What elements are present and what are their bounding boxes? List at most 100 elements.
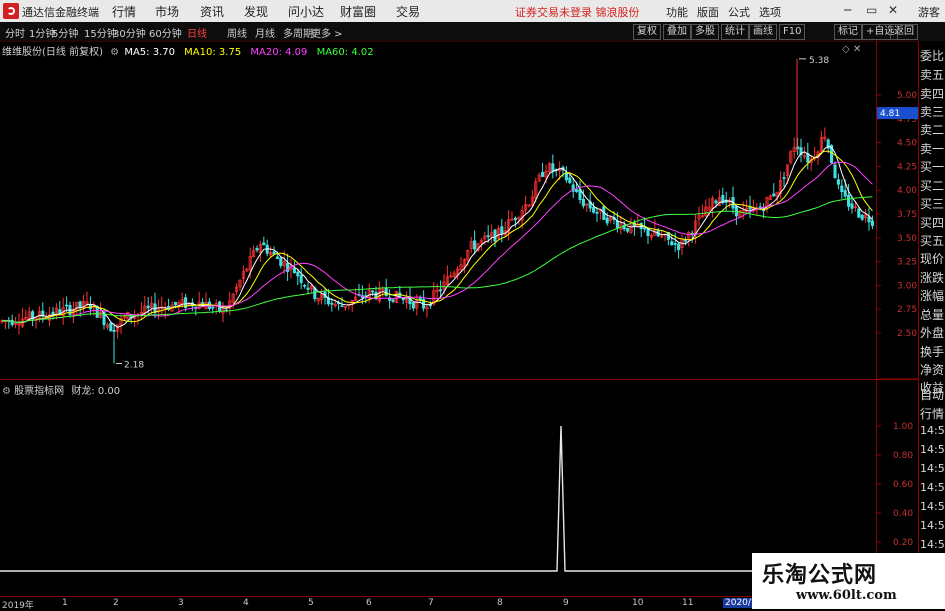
candle-body xyxy=(275,256,279,260)
tab-timeframe-9[interactable]: 多周期 xyxy=(283,25,313,40)
candle-body xyxy=(568,177,572,184)
huaxian-button[interactable]: 画线 xyxy=(749,24,777,40)
candle-body xyxy=(541,171,545,177)
quote-panel-item-23: 14:50 xyxy=(920,462,945,475)
candle-body xyxy=(109,322,113,332)
menu-caifuquan[interactable]: 财富圈 xyxy=(340,3,376,20)
date-label-2: 2 xyxy=(113,598,119,608)
tongji-button[interactable]: 统计 xyxy=(721,24,749,40)
tab-timeframe-5[interactable]: 60分钟 xyxy=(149,25,182,40)
biaoji-button[interactable]: 标记 xyxy=(834,24,862,40)
close-button[interactable]: ✕ xyxy=(888,3,898,17)
quote-panel-item-16: 换手 xyxy=(920,345,945,359)
tab-timeframe-0[interactable]: 分时 xyxy=(5,25,25,40)
menu-banmian[interactable]: 版面 xyxy=(697,4,719,20)
menu-hangqing[interactable]: 行情 xyxy=(112,3,136,20)
tab-timeframe-2[interactable]: 5分钟 xyxy=(52,25,78,40)
price-tick-label: 4.25 xyxy=(897,162,917,172)
current-price-label: 4.81 xyxy=(880,109,900,119)
candle-body xyxy=(78,301,82,308)
price-tick-label: 3.50 xyxy=(897,234,917,244)
diejia-button[interactable]: 叠加 xyxy=(663,24,691,40)
candle-body xyxy=(551,163,555,172)
quote-panel-item-27: 14:50 xyxy=(920,538,945,551)
price-tick-label: 2.75 xyxy=(897,305,917,315)
quote-panel-item-25: 14:50 xyxy=(920,500,945,513)
tab-timeframe-10[interactable]: 更多 > xyxy=(311,25,343,40)
price-axis: 5.004.754.504.254.003.753.503.253.002.75… xyxy=(876,41,919,596)
quote-panel-item-14: 总量 xyxy=(920,308,945,322)
candle-body xyxy=(65,304,69,307)
candle-body xyxy=(840,185,844,193)
candle-body xyxy=(575,189,579,192)
candle-body xyxy=(564,172,568,181)
quote-panel-item-3: 卖三 xyxy=(920,105,945,119)
candle-body xyxy=(173,301,177,306)
candle-body xyxy=(670,241,674,246)
candle-body xyxy=(262,242,266,246)
menu-xuanxiang[interactable]: 选项 xyxy=(759,4,781,20)
trading-notice[interactable]: 证券交易未登录 锦浪股份 xyxy=(515,4,640,20)
candle-body xyxy=(292,267,296,274)
tab-timeframe-7[interactable]: 周线 xyxy=(227,25,247,40)
quote-panel-item-26: 14:50 xyxy=(920,519,945,532)
candle-body xyxy=(643,227,647,230)
tab-timeframe-4[interactable]: 30分钟 xyxy=(113,25,146,40)
quote-panel-item-12: 涨跌 xyxy=(920,271,945,285)
candle-body xyxy=(581,198,585,207)
date-label-0: 2019年 xyxy=(2,601,34,611)
price-tick-label: 3.25 xyxy=(897,258,917,268)
menu-zixun[interactable]: 资讯 xyxy=(200,3,224,20)
candle-body xyxy=(847,194,851,207)
date-label-8: 8 xyxy=(497,598,503,608)
sub-tick-label: 0.20 xyxy=(893,538,913,548)
candlestick-chart[interactable]: 5.38 2.18 xyxy=(0,54,876,378)
candle-body xyxy=(843,190,847,197)
quote-panel-item-7: 买二 xyxy=(920,179,945,193)
fuquan-button[interactable]: 复权 xyxy=(633,24,661,40)
candle-body xyxy=(605,217,609,224)
candle-body xyxy=(146,305,150,309)
tab-timeframe-3[interactable]: 15分钟 xyxy=(84,25,117,40)
menu-gongshi[interactable]: 公式 xyxy=(728,4,750,20)
restore-button[interactable]: ▭ xyxy=(866,3,877,17)
quote-panel-item-2: 卖四 xyxy=(920,87,945,101)
candle-body xyxy=(595,211,599,214)
candle-body xyxy=(513,217,517,221)
f10-button[interactable]: F10 xyxy=(779,24,806,40)
candle-body xyxy=(782,177,786,179)
date-label-7: 7 xyxy=(428,598,434,608)
quote-panel-item-9: 买四 xyxy=(920,216,945,230)
panel-divider xyxy=(0,379,918,380)
indicator-chart[interactable] xyxy=(0,392,876,596)
candle-body xyxy=(833,164,837,179)
minimize-button[interactable]: ─ xyxy=(844,3,851,17)
candle-body xyxy=(211,306,215,309)
quote-panel-item-4: 卖二 xyxy=(920,123,945,137)
tab-timeframe-6[interactable]: 日线 xyxy=(187,25,207,40)
candle-body xyxy=(401,298,405,301)
duogu-button[interactable]: 多股 xyxy=(691,24,719,40)
quote-panel-item-24: 14:50 xyxy=(920,481,945,494)
date-label-4: 4 xyxy=(243,598,249,608)
back-button[interactable]: 返回 xyxy=(890,24,918,40)
candle-body xyxy=(306,287,310,290)
candle-body xyxy=(255,248,259,251)
candle-body xyxy=(439,289,443,292)
candle-body xyxy=(673,243,677,245)
sub-tick-label: 1.00 xyxy=(893,422,913,432)
menu-jiaoyi[interactable]: 交易 xyxy=(396,3,420,20)
menu-wenxiaoda[interactable]: 问小达 xyxy=(288,3,324,20)
user-label[interactable]: 游客 xyxy=(918,4,940,20)
menu-gongneng[interactable]: 功能 xyxy=(666,4,688,20)
price-tick-label: 5.00 xyxy=(897,91,917,101)
candle-body xyxy=(836,179,840,185)
watermark-title: 乐淘公式网 xyxy=(762,563,878,588)
candle-body xyxy=(272,251,276,255)
menu-shichang[interactable]: 市场 xyxy=(155,3,179,20)
candle-body xyxy=(330,302,334,305)
menu-faxian[interactable]: 发现 xyxy=(244,3,268,20)
tab-timeframe-8[interactable]: 月线 xyxy=(255,25,275,40)
quote-panel-item-13: 涨幅 xyxy=(920,289,945,303)
quote-panel-item-5: 卖一 xyxy=(920,142,945,156)
